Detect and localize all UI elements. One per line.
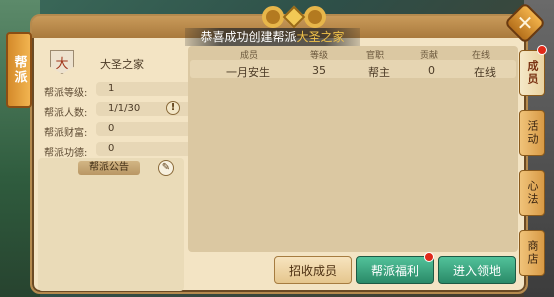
cell-contribution: 0 [428, 64, 435, 77]
ornament-diamond [282, 5, 306, 29]
stat-label-level: 帮派等级: [44, 88, 88, 99]
close-icon: ✕ [516, 11, 534, 35]
enter-territory-button[interactable]: 进入领地 [438, 256, 516, 284]
header-ornament [254, 4, 334, 30]
stat-label-members: 帮派人数: [44, 108, 88, 119]
guild-notice-area: 帮派公告 ✎ [38, 158, 184, 291]
guild-emblem: 大 [50, 50, 74, 74]
tab-activities[interactable]: 活动 [519, 110, 545, 156]
ornament-swirl-right [304, 6, 326, 28]
notice-title: 帮派公告 [78, 161, 140, 175]
cell-level: 35 [312, 64, 326, 77]
member-table: 成员 等级 官职 贡献 在线 一月安生 35 帮主 0 在线 [188, 46, 518, 252]
notification-dot [424, 252, 434, 262]
stat-label-merit: 帮派功德: [44, 148, 88, 159]
announcement-guild-name: 大圣之家 [296, 30, 345, 44]
guild-name: 大圣之家 [100, 58, 144, 71]
table-row[interactable]: 一月安生 35 帮主 0 在线 [190, 60, 516, 79]
recruit-members-button[interactable]: 招收成员 [274, 256, 352, 284]
edit-icon[interactable]: ✎ [158, 160, 174, 176]
cell-online: 在线 [474, 66, 496, 79]
tab-skills[interactable]: 心法 [519, 170, 545, 216]
info-icon[interactable]: ! [166, 101, 180, 115]
notification-dot [537, 45, 547, 55]
guild-info-panel: 大 大圣之家 帮派等级: 1 帮派人数: 1/1/30 帮派财富: 0 帮派功德… [38, 46, 214, 291]
tab-shop[interactable]: 商店 [519, 230, 545, 276]
announcement-text: 恭喜成功创建帮派 [200, 30, 297, 44]
stat-label-wealth: 帮派财富: [44, 128, 88, 139]
ornament-swirl-left [262, 6, 284, 28]
cell-member: 一月安生 [226, 66, 270, 79]
cell-position: 帮主 [368, 66, 390, 79]
stat-value-members: 1/1/30 [96, 102, 202, 116]
tab-members[interactable]: 成员 [519, 50, 545, 96]
guild-welfare-button[interactable]: 帮派福利 [356, 256, 434, 284]
announcement-banner: 恭喜成功创建帮派大圣之家 [185, 28, 360, 46]
tab-guild[interactable]: 帮派 [6, 32, 32, 108]
